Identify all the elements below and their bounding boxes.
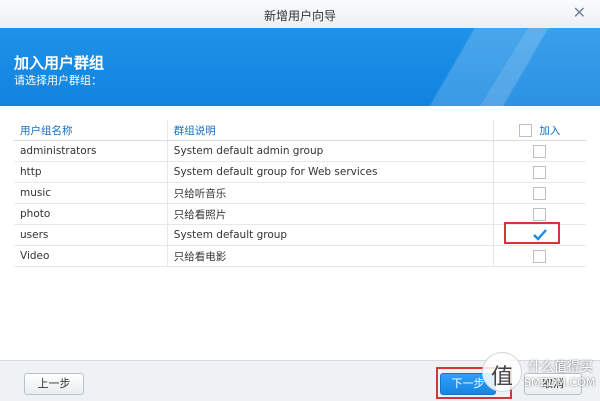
table-row[interactable]: music 只给听音乐: [14, 182, 586, 204]
banner-subheading: 请选择用户群组：: [14, 74, 102, 87]
header-banner: 加入用户群组 请选择用户群组：: [0, 28, 600, 106]
group-description: 只给听音乐: [167, 182, 494, 204]
table-row[interactable]: photo 只给看照片: [14, 203, 586, 225]
table-header-row: 用户组名称 群组说明 加入: [14, 120, 586, 141]
watermark-text: 什么值得买: [528, 360, 594, 375]
join-checkbox-music[interactable]: [533, 186, 547, 200]
close-icon[interactable]: ✕: [573, 4, 586, 22]
banner-heading: 加入用户群组: [14, 54, 105, 72]
group-description: 只给看电影: [167, 245, 494, 267]
previous-button[interactable]: 上一步: [24, 373, 84, 395]
table-row[interactable]: http System default group for Web servic…: [14, 161, 586, 183]
group-name: users: [14, 224, 168, 246]
column-header-join[interactable]: 加入: [493, 120, 586, 141]
group-name: http: [14, 161, 168, 183]
select-all-checkbox[interactable]: [519, 124, 533, 137]
table-row[interactable]: Video 只给看电影: [14, 245, 586, 267]
table-row[interactable]: users System default group: [14, 224, 586, 246]
group-description: System default group: [167, 224, 494, 246]
group-description: 只给看照片: [167, 203, 494, 225]
group-table: 用户组名称 群组说明 加入 administrators System defa…: [14, 120, 586, 267]
join-checkbox-http[interactable]: [533, 165, 547, 179]
watermark: 值 什么值得买 SMZDM.COM: [466, 346, 600, 400]
join-checkbox-photo[interactable]: [533, 207, 547, 221]
group-name: administrators: [14, 140, 168, 162]
group-name: photo: [14, 203, 168, 225]
highlight-box-users: [504, 222, 560, 244]
join-label: 加入: [539, 124, 561, 137]
watermark-logo-icon: 值: [482, 352, 522, 392]
column-header-description[interactable]: 群组说明: [167, 120, 494, 141]
group-name: music: [14, 182, 168, 204]
title-bar: 新增用户向导 ✕: [0, 0, 600, 29]
table-row[interactable]: administrators System default admin grou…: [14, 140, 586, 162]
group-description: System default admin group: [167, 140, 494, 162]
column-header-name[interactable]: 用户组名称: [14, 120, 168, 141]
join-checkbox-video[interactable]: [533, 249, 547, 263]
group-name: Video: [14, 245, 168, 267]
window-title: 新增用户向导: [263, 9, 336, 23]
group-description: System default group for Web services: [167, 161, 494, 183]
watermark-url: SMZDM.COM: [524, 376, 596, 389]
join-checkbox-administrators[interactable]: [533, 144, 547, 158]
